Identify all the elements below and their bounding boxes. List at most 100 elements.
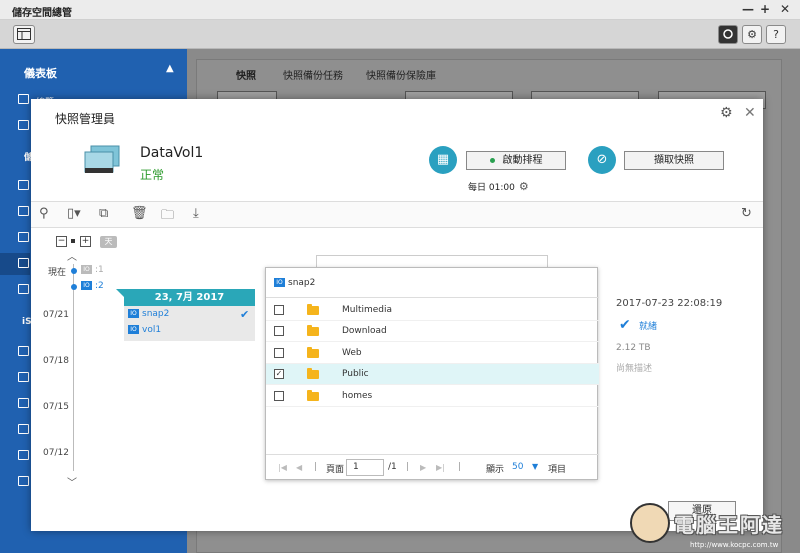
page-size-select[interactable]: 50 bbox=[512, 462, 523, 472]
help-button[interactable]: ? bbox=[766, 25, 786, 44]
mascot-icon bbox=[630, 503, 670, 543]
page-total: /1 bbox=[388, 462, 397, 472]
snapshot-app-button[interactable] bbox=[718, 25, 738, 44]
start-schedule-button[interactable]: 啟動排程 bbox=[466, 151, 566, 170]
snapshot-manager-dialog: 快照管理員 ⚙ ✕ DataVol1 正常 ▦ 啟動排程 每日 01:00 ⚙ ⊘… bbox=[31, 99, 763, 531]
folder-row[interactable]: ✓ Public bbox=[266, 364, 599, 385]
page-input[interactable]: 1 bbox=[346, 459, 384, 476]
sidebar-item-overview[interactable] bbox=[0, 89, 30, 111]
first-page-icon[interactable]: |◀ bbox=[278, 463, 287, 472]
sidebar-header[interactable]: 儀表板 bbox=[24, 65, 57, 81]
snapshot-item-label: vol1 bbox=[142, 325, 162, 335]
chevron-up-icon[interactable]: ︿ bbox=[67, 248, 77, 263]
snapshot-date-card[interactable]: 23, 7月 2017 IO snap2 IO vol1 ✔ bbox=[116, 289, 255, 341]
snapshot-item[interactable]: IO snap2 bbox=[128, 309, 169, 319]
checkmark-icon: ✔ bbox=[240, 308, 250, 321]
snapshot-item[interactable]: IO vol1 bbox=[128, 325, 161, 335]
dropdown-arrow-icon[interactable]: ▼ bbox=[532, 462, 538, 471]
folder-checkbox[interactable] bbox=[274, 348, 284, 358]
take-snapshot-button[interactable]: 擷取快照 bbox=[624, 151, 724, 170]
snapshot-size: 2.12 TB bbox=[616, 343, 651, 353]
snapshot-timestamp: 2017-07-23 22:08:19 bbox=[616, 298, 723, 309]
sidebar-item-cache[interactable] bbox=[0, 279, 30, 301]
snapshot-date-header: 23, 7月 2017 bbox=[116, 289, 255, 306]
sidebar-item-more[interactable] bbox=[0, 471, 30, 493]
next-page-icon[interactable]: ▶ bbox=[420, 463, 426, 472]
download-icon[interactable]: ⤓ bbox=[193, 206, 199, 221]
prev-page-icon[interactable]: ◀ bbox=[296, 463, 302, 472]
view-mode-icon[interactable]: ▯▾ bbox=[67, 206, 81, 221]
now-label: 現在 bbox=[48, 268, 67, 278]
sidebar-item-disk[interactable] bbox=[0, 175, 30, 197]
snapshot-icon: IO bbox=[274, 278, 285, 287]
tab-snapshot-vault[interactable]: 快照備份保險庫 bbox=[366, 67, 436, 82]
settings-button[interactable]: ⚙ bbox=[742, 25, 762, 44]
folder-checkbox[interactable] bbox=[274, 391, 284, 401]
folder-row[interactable]: Web bbox=[266, 343, 599, 364]
sidebar-item-lun[interactable] bbox=[0, 393, 30, 415]
folder-name: Public bbox=[342, 369, 369, 379]
timeline-axis bbox=[73, 264, 74, 471]
maximize-button[interactable]: + bbox=[760, 2, 770, 16]
volume-status: 正常 bbox=[140, 168, 165, 182]
chevron-up-icon[interactable]: ▲ bbox=[166, 63, 174, 74]
take-snapshot-icon: ⊘ bbox=[588, 146, 616, 174]
folder-open-icon[interactable]: 🗀 bbox=[161, 206, 174, 228]
sidebar-item-chart[interactable] bbox=[0, 115, 30, 137]
folder-checkbox[interactable] bbox=[274, 326, 284, 336]
folder-icon bbox=[307, 325, 319, 336]
zoom-level-indicator bbox=[71, 239, 75, 243]
tab-snapshot-backup-job[interactable]: 快照備份任務 bbox=[283, 67, 343, 82]
timeline-dot[interactable] bbox=[71, 268, 77, 274]
pagination-bar: |◀ ◀ | 頁面 1 /1 | ▶ ▶| | 顯示 50 ▼ 項目 bbox=[266, 454, 599, 480]
sidebar-item-iscsi[interactable] bbox=[0, 341, 30, 363]
start-schedule-label: 啟動排程 bbox=[502, 155, 543, 166]
external-icon bbox=[18, 450, 29, 460]
folder-name: homes bbox=[342, 391, 373, 401]
sidebar-item-external[interactable] bbox=[0, 445, 30, 467]
close-window-button[interactable]: ✕ bbox=[780, 2, 790, 16]
panel-toggle-button[interactable] bbox=[13, 25, 35, 44]
timeline-snapshot-1[interactable]: IO:1 bbox=[81, 265, 104, 275]
sidebar-item-backup[interactable] bbox=[0, 419, 30, 441]
gear-icon[interactable]: ⚙ bbox=[720, 105, 733, 121]
sidebar-item-remote[interactable] bbox=[0, 367, 30, 389]
close-icon[interactable]: ✕ bbox=[744, 105, 756, 121]
folder-row[interactable]: Multimedia bbox=[266, 300, 599, 321]
timeline-dot[interactable] bbox=[71, 284, 77, 290]
minimize-button[interactable]: — bbox=[742, 2, 754, 16]
collapse-button[interactable]: − bbox=[56, 236, 67, 247]
folder-icon bbox=[307, 368, 319, 379]
sidebar-item-volume[interactable] bbox=[0, 227, 30, 249]
delete-icon[interactable]: 🗑 bbox=[131, 206, 148, 221]
copy-icon[interactable]: ⧉ bbox=[99, 206, 108, 221]
refresh-icon[interactable]: ↻ bbox=[741, 206, 752, 221]
expand-button[interactable]: + bbox=[80, 236, 91, 247]
day-scale-button[interactable]: 天 bbox=[100, 236, 117, 248]
background-list-header bbox=[316, 255, 548, 267]
last-page-icon[interactable]: ▶| bbox=[436, 463, 445, 472]
sidebar-item-pool[interactable] bbox=[0, 201, 30, 223]
folder-row[interactable]: Download bbox=[266, 321, 599, 342]
gear-icon[interactable]: ⚙ bbox=[519, 180, 529, 193]
camera-icon bbox=[723, 29, 733, 39]
folder-checkbox[interactable] bbox=[274, 305, 284, 315]
folder-name: Multimedia bbox=[342, 305, 393, 315]
snapshot-item-label: snap2 bbox=[142, 309, 170, 319]
timeline-snapshot-2[interactable]: IO:2 bbox=[81, 281, 104, 291]
items-label: 項目 bbox=[548, 465, 567, 475]
page-label: 頁面 bbox=[326, 465, 345, 475]
folder-row[interactable]: homes bbox=[266, 386, 599, 407]
tab-snapshot[interactable]: 快照 bbox=[236, 67, 256, 82]
more-icon bbox=[18, 476, 29, 486]
watermark: 電腦王阿達 http://www.kocpc.com.tw bbox=[630, 503, 800, 553]
folder-checkbox[interactable]: ✓ bbox=[274, 369, 284, 379]
divider: | bbox=[458, 462, 462, 472]
folder-name: Web bbox=[342, 348, 362, 358]
watermark-text: 電腦王阿達 bbox=[674, 513, 784, 537]
timeline-date: 07/18 bbox=[43, 356, 69, 366]
timeline-date: 07/12 bbox=[43, 448, 69, 458]
search-icon[interactable]: ⚲ bbox=[39, 206, 49, 221]
sidebar-item-snapshot[interactable] bbox=[0, 253, 30, 275]
chevron-down-icon[interactable]: ﹀ bbox=[67, 474, 77, 489]
